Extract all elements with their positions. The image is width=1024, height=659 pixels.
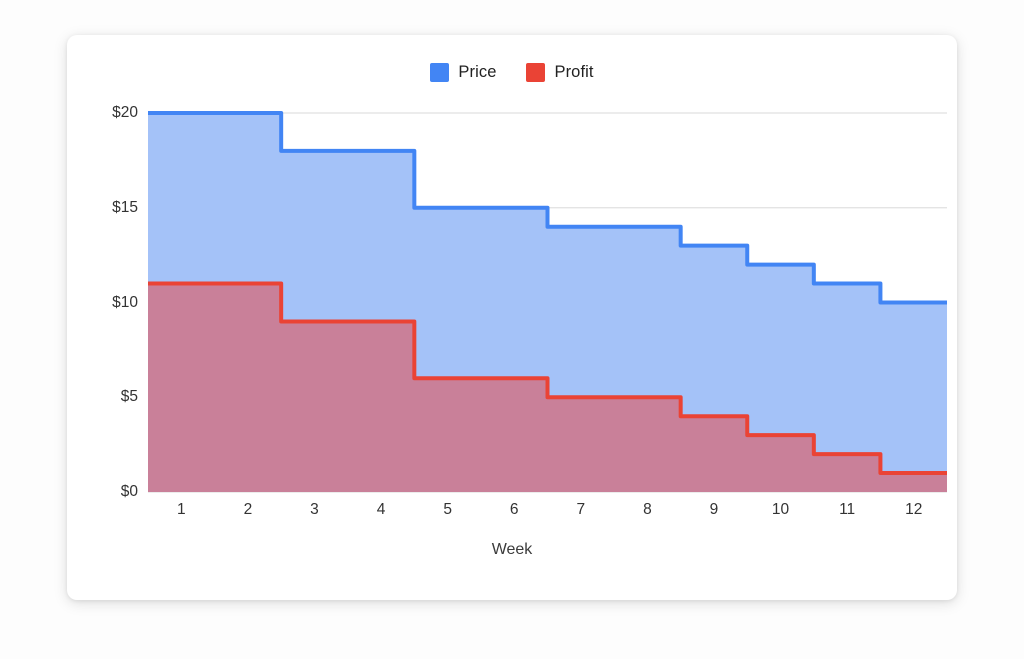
legend-swatch-price-icon bbox=[430, 63, 450, 82]
chart-canvas bbox=[148, 111, 947, 493]
y-tick-label-0: $0 bbox=[120, 483, 138, 500]
x-tick-label-3: 3 bbox=[310, 501, 319, 518]
x-tick-label-4: 4 bbox=[376, 501, 386, 518]
x-tick-label-1: 1 bbox=[176, 501, 186, 518]
y-tick-label-5: $5 bbox=[120, 388, 138, 406]
x-tick-label-7: 7 bbox=[576, 501, 586, 518]
x-axis-title: Week bbox=[491, 541, 533, 558]
legend-entry-profit[interactable]: Profit bbox=[526, 63, 594, 82]
chart-legend: Price Profit bbox=[67, 63, 957, 82]
x-tick-label-12: 12 bbox=[905, 501, 923, 518]
x-tick-label-5: 5 bbox=[443, 501, 452, 518]
page-root: Price Profit $0 $5 $10 $15 $20 1 2 3 4 5 6 7 8 9 10 11… bbox=[0, 0, 1024, 659]
x-tick-label-2: 2 bbox=[243, 501, 253, 518]
y-tick-label-15: $15 bbox=[112, 198, 138, 216]
x-tick-label-10: 10 bbox=[771, 501, 790, 518]
x-axis-labels: 1 2 3 4 5 6 7 8 9 10 11 12 bbox=[148, 501, 947, 523]
x-tick-label-9: 9 bbox=[709, 501, 719, 518]
x-tick-label-8: 8 bbox=[643, 501, 652, 518]
y-axis-labels: $0 $5 $10 $15 $20 bbox=[67, 104, 138, 500]
chart-card: Price Profit $0 $5 $10 $15 $20 1 2 3 4 5 6 7 8 9 10 11… bbox=[67, 35, 957, 600]
x-tick-label-11: 11 bbox=[839, 501, 856, 518]
plot-area bbox=[148, 111, 947, 493]
legend-label-price: Price bbox=[458, 63, 497, 81]
y-tick-label-10: $10 bbox=[112, 293, 138, 311]
y-tick-label-20: $20 bbox=[112, 104, 138, 121]
x-tick-label-6: 6 bbox=[509, 501, 519, 518]
legend-entry-price[interactable]: Price bbox=[430, 63, 496, 82]
legend-label-profit: Profit bbox=[554, 63, 594, 81]
legend-swatch-profit-icon bbox=[526, 63, 546, 82]
